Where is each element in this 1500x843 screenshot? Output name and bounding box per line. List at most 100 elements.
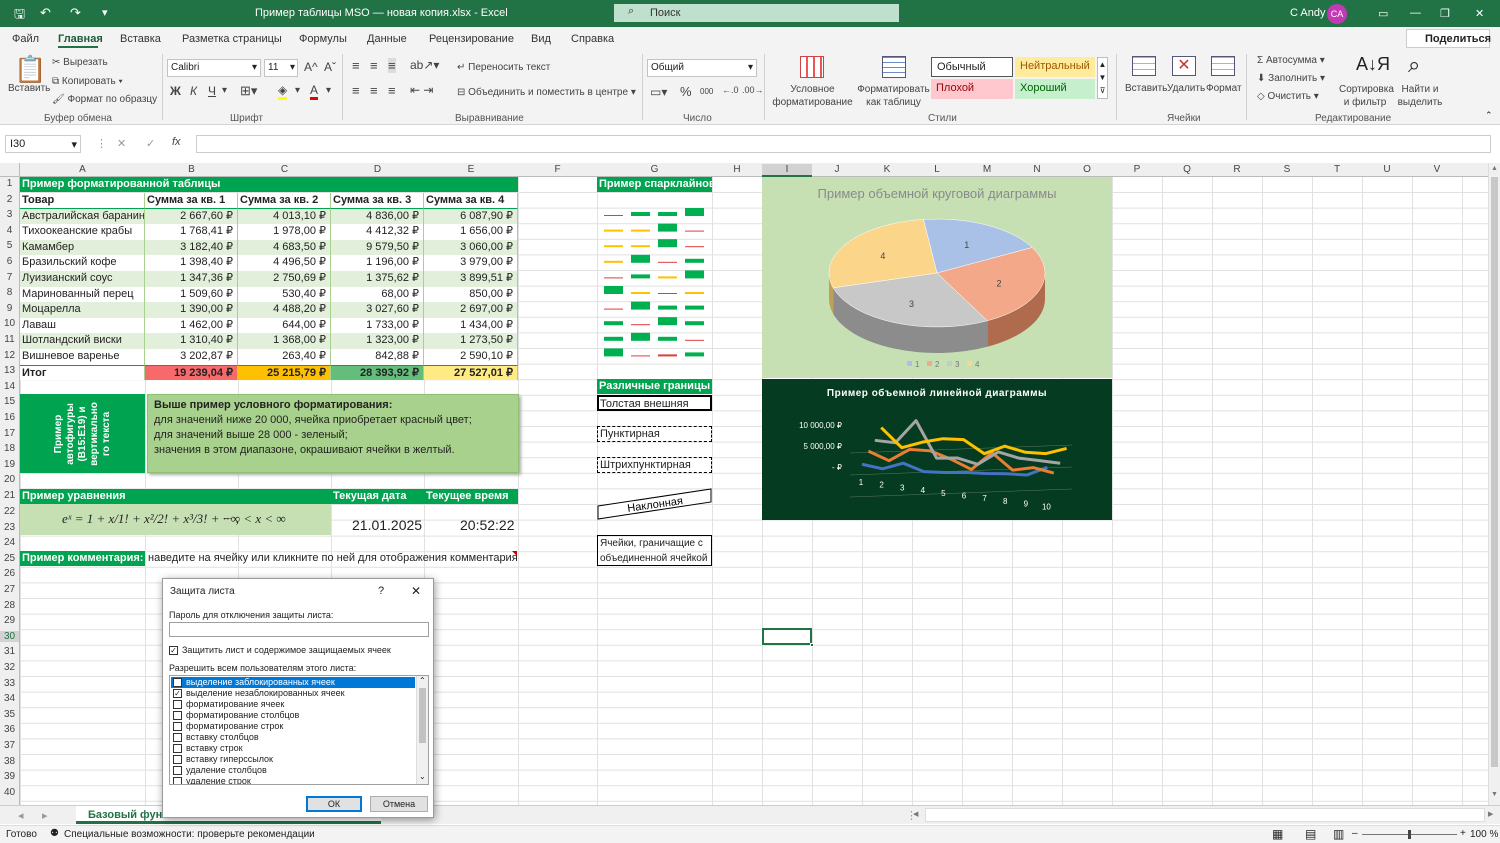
column-header-J[interactable]: J [812,164,862,175]
font-color-icon[interactable]: A [310,83,319,100]
accessibility-status[interactable]: Специальные возможности: проверьте реком… [64,829,315,840]
table-cell[interactable]: 1 310,40 ₽ [145,333,238,349]
column-header-D[interactable]: D [331,164,424,175]
redo-icon[interactable]: ↷ [70,5,81,21]
zoom-level[interactable]: 100 % [1470,829,1498,840]
font-color-dropdown-icon[interactable]: ▾ [326,85,331,96]
decrease-font-icon[interactable]: Aˇ [324,60,336,74]
format-cells-icon[interactable] [1211,56,1235,76]
table-cell[interactable]: 850,00 ₽ [424,286,518,303]
percent-icon[interactable]: % [680,84,692,99]
cancel-button[interactable]: Отмена [370,796,428,812]
row-header[interactable]: 32 [0,662,19,673]
avatar[interactable]: CA [1327,4,1347,24]
clear-button[interactable]: ◇ Очистить ▾ [1257,91,1319,102]
table-cell[interactable]: Моцарелла [20,302,145,318]
table-cell[interactable]: 4 488,20 ₽ [238,302,331,318]
table-cell[interactable]: Луизианский соус [20,271,145,287]
align-top-icon[interactable]: ≡ [352,58,360,73]
dashdot-border-cell[interactable]: Штрихпунктирная [597,457,712,473]
column-header-I[interactable]: I [762,164,812,177]
column-header-O[interactable]: O [1062,164,1112,175]
table-total-cell[interactable]: 27 527,01 ₽ [424,364,518,381]
permission-item[interactable]: форматирование столбцов [171,710,415,721]
page-layout-view-icon[interactable]: ▤ [1305,827,1316,841]
undo-icon[interactable]: ↶ [40,5,51,21]
row-header[interactable]: 20 [0,474,19,485]
table-cell[interactable]: Камамбер [20,239,145,256]
currency-format-icon[interactable]: ▭▾ [650,85,667,99]
column-header-E[interactable]: E [424,164,518,175]
row-header[interactable]: 22 [0,506,19,517]
table-cell[interactable]: 1 368,00 ₽ [238,333,331,349]
row-header[interactable]: 14 [0,381,19,392]
table-cell[interactable]: 530,40 ₽ [238,286,331,303]
cancel-entry-icon[interactable]: ✕ [117,137,126,150]
row-header[interactable]: 1 [0,178,19,189]
style-normal[interactable]: Обычный [931,57,1013,77]
row-header[interactable]: 5 [0,240,19,251]
column-header-Q[interactable]: Q [1162,164,1212,175]
fill-color-icon[interactable]: ◈ [278,83,288,100]
table-cell[interactable]: 4 836,00 ₽ [331,208,424,225]
table-cell[interactable]: Маринованный перец [20,286,145,303]
format-as-table-icon[interactable] [882,56,906,78]
column-header-V[interactable]: V [1412,164,1462,175]
horizontal-scrollbar[interactable] [925,808,1485,822]
column-header-N[interactable]: N [1012,164,1062,175]
pie-chart[interactable]: Пример объемной круговой диаграммы 12341… [762,177,1112,378]
name-box[interactable]: I30 ▾ [5,135,81,153]
permission-item[interactable]: ✓ выделение незаблокированных ячеек [171,688,415,699]
decrease-decimal-icon[interactable]: .00→ [742,85,764,95]
row-header[interactable]: 2 [0,194,19,205]
merged-border-cell[interactable]: Ячейки, граничащие с объединенной ячейко… [597,535,712,566]
delete-cells-icon[interactable]: ✕ [1172,56,1196,76]
tab-data[interactable]: Данные [367,33,407,45]
format-painter-button[interactable]: 🖌 Формат по образцу [52,94,157,105]
table-cell[interactable]: 4 412,32 ₽ [331,224,424,240]
tab-file[interactable]: Файл [12,33,39,45]
thousands-icon[interactable]: 000 [700,87,713,96]
increase-decimal-icon[interactable]: ←.0 [722,85,739,95]
row-header[interactable]: 33 [0,678,19,689]
comment-cell[interactable]: наведите на ячейку или кликните по ней д… [148,551,518,566]
style-neutral[interactable]: Нейтральный [1015,57,1095,77]
sort-filter-button[interactable]: Сортировка и фильтр [1339,83,1394,109]
search-box[interactable]: ⌕ Поиск [614,4,899,22]
permission-item[interactable]: удаление столбцов [171,765,415,776]
column-header-M[interactable]: M [962,164,1012,175]
row-header[interactable]: 26 [0,568,19,579]
style-good[interactable]: Хороший [1015,79,1095,99]
protect-checkbox[interactable]: ✓ Защитить лист и содержимое защищаемых я… [169,645,391,656]
page-break-view-icon[interactable]: ▥ [1333,827,1344,841]
table-cell[interactable]: Тихоокеанские крабы [20,224,145,240]
table-cell[interactable]: 1 196,00 ₽ [331,255,424,271]
paste-button[interactable]: Вставить [8,83,50,94]
table-cell[interactable]: 1 398,40 ₽ [145,255,238,271]
select-all-corner[interactable] [0,163,20,177]
table-cell[interactable]: 4 683,50 ₽ [238,239,331,256]
bold-button[interactable]: Ж [170,84,181,98]
permission-item[interactable]: вставку гиперссылок [171,754,415,765]
merge-center-button[interactable]: ⊟ Объединить и поместить в центре ▾ [457,87,636,98]
font-name-select[interactable]: Calibri ▾ [167,59,261,77]
tab-review[interactable]: Рецензирование [429,33,514,45]
table-cell[interactable]: 4 013,10 ₽ [238,208,331,225]
row-header[interactable]: 27 [0,584,19,595]
sort-filter-icon[interactable]: A↓Я [1356,54,1390,75]
tab-view[interactable]: Вид [531,33,551,45]
table-cell[interactable]: 6 087,90 ₽ [424,208,518,225]
conditional-formatting-icon[interactable] [800,56,824,78]
row-header[interactable]: 38 [0,756,19,767]
password-input[interactable] [169,622,429,637]
close-icon[interactable]: ✕ [1475,7,1484,20]
row-header[interactable]: 18 [0,443,19,454]
list-scroll-down-icon[interactable]: ⌄ [419,772,426,781]
table-cell[interactable]: 2 697,00 ₽ [424,302,518,318]
wrap-text-button[interactable]: ↵ Переносить текст [457,62,550,73]
ribbon-display-icon[interactable]: ▭ [1378,7,1388,20]
autosum-button[interactable]: Σ Автосумма ▾ [1257,55,1325,66]
table-cell[interactable]: 1 375,62 ₽ [331,271,424,287]
row-header[interactable]: 28 [0,600,19,611]
row-header[interactable]: 8 [0,287,19,298]
